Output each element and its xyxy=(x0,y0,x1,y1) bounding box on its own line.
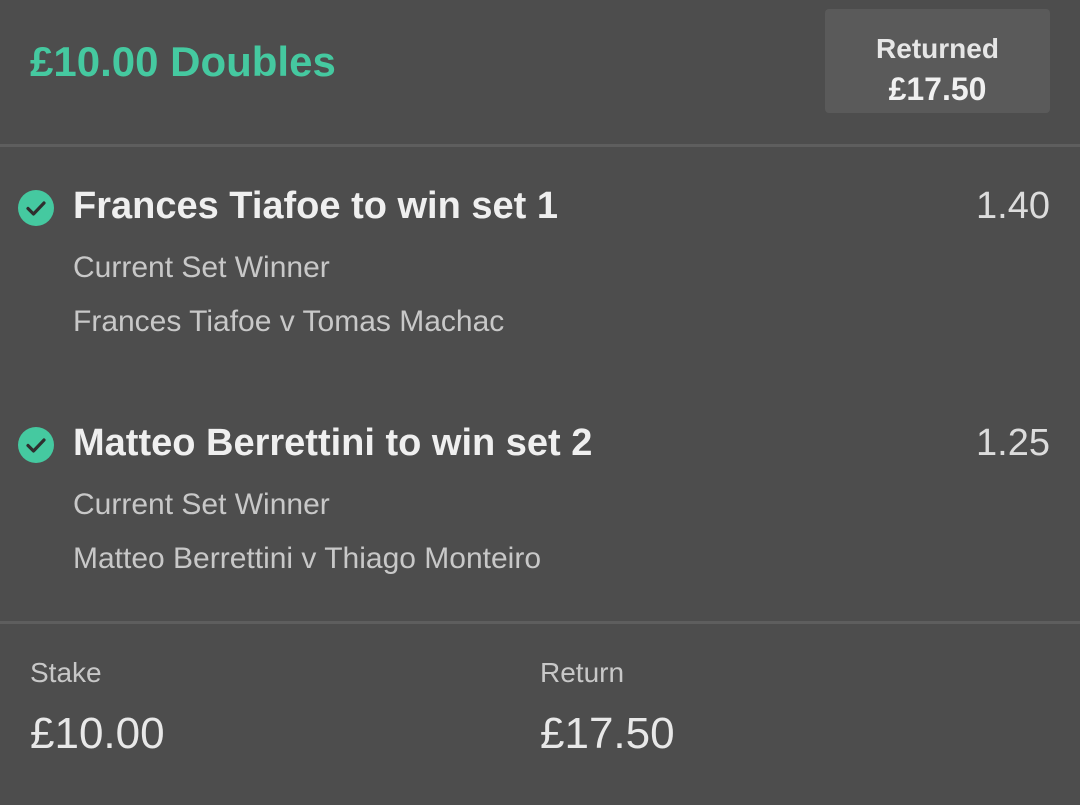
returned-label: Returned xyxy=(876,33,999,64)
selection-event: Matteo Berrettini v Thiago Monteiro xyxy=(73,542,542,575)
selection-name: Matteo Berrettini to win set 2 xyxy=(73,422,593,464)
selection-odds: 1.25 xyxy=(976,422,1050,464)
bet-header: £10.00 Doubles Returned £17.50 xyxy=(0,0,1080,144)
selection-market: Current Set Winner xyxy=(73,251,330,284)
divider xyxy=(0,144,1080,147)
return-value: £17.50 xyxy=(540,709,675,758)
selection-event: Frances Tiafoe v Tomas Machac xyxy=(73,305,505,338)
check-circle-icon xyxy=(18,190,54,226)
selection-name: Frances Tiafoe to win set 1 xyxy=(73,185,559,227)
bet-title: £10.00 Doubles xyxy=(30,38,336,85)
returned-amount: £17.50 xyxy=(888,71,987,107)
selection-item: Matteo Berrettini to win set 2 1.25 Curr… xyxy=(0,397,1080,577)
returned-badge: Returned £17.50 xyxy=(825,9,1050,113)
divider xyxy=(0,621,1080,624)
check-circle-icon xyxy=(18,427,54,463)
bet-card: £10.00 Doubles Returned £17.50 Frances T… xyxy=(0,0,1080,805)
stake-label: Stake xyxy=(30,657,102,688)
return-label: Return xyxy=(540,657,625,688)
selection-item: Frances Tiafoe to win set 1 1.40 Current… xyxy=(0,160,1080,340)
selection-market: Current Set Winner xyxy=(73,488,330,521)
stake-value: £10.00 xyxy=(30,709,165,758)
selection-odds: 1.40 xyxy=(976,185,1050,227)
